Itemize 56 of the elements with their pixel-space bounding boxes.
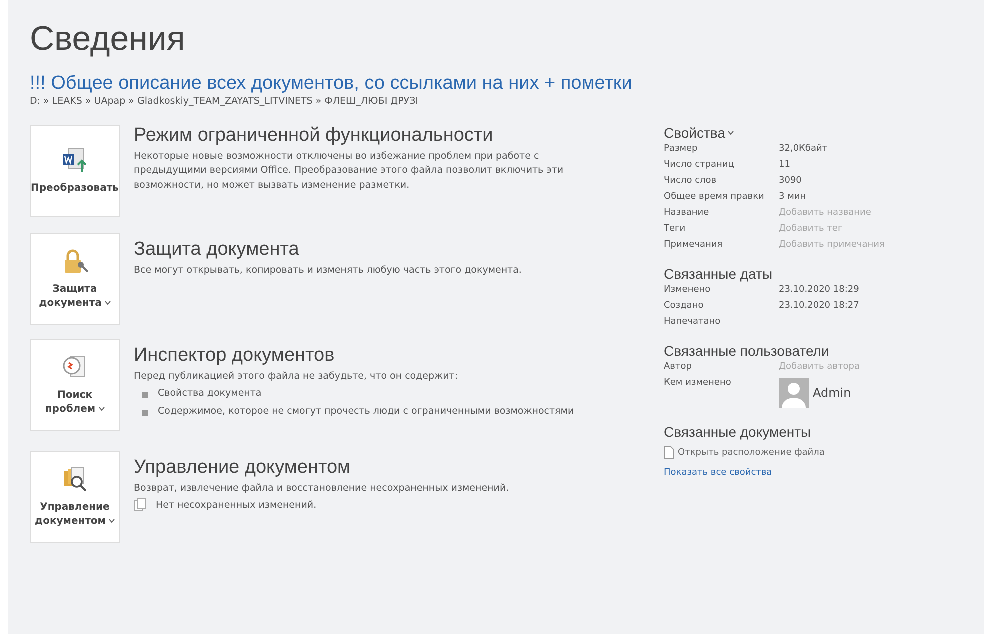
document-title: !!! Общее описание всех документов, со ссылками на них + пометки [30,73,632,95]
property-label: Число слов [664,176,718,186]
section-description: Некоторые новые возможности отключены во избежание проблем при работе с предыдущими версиями Office. Преобразование этого файла позволит включить эти возможности, но может вызвать изменение разметки. [134,150,565,192]
open-file-location-link[interactable]: Открыть расположение файла [678,448,825,458]
section-description: Возврат, извлечение файла и восстановление несохраненных изменений. [134,482,510,496]
section-heading: Защита документа [134,239,300,261]
document-icon [664,446,674,459]
property-label: Теги [664,224,687,234]
action-button[interactable]: Управление документом [30,451,120,543]
file-path: D: » LEAKS » UApap » Gladkoskiy_TEAM_ZAYATS_LITVINETS » ФЛЕШ_ЛЮБІ ДРУЗІ [30,96,418,107]
caret-icon [728,131,734,135]
property-label: Название [664,208,710,218]
action-button[interactable]: Защита документа [30,233,120,325]
action-button[interactable]: Преобразовать [30,125,120,217]
caret-icon [98,407,105,412]
show-all-properties-link[interactable]: Показать все свойства [664,468,772,478]
property-value: 23.10.2020 18:29 [779,285,860,295]
bullet-text: Содержимое, которое не смогут прочесть люди с ограниченными возможностями [158,404,574,418]
properties-heading[interactable]: Свойства [664,125,734,141]
property-label: Общее время правки [664,192,766,202]
bullet-icon [142,410,148,416]
documents-icon [134,498,148,512]
section-heading: Связанные документы [664,424,812,440]
page-title: Сведения [30,20,186,59]
bullet-icon [142,392,148,398]
property-label: Автор [664,362,693,372]
property-field[interactable]: Добавить тег [779,224,929,234]
property-field[interactable]: Добавить автора [779,362,929,372]
property-label: Изменено [664,285,712,295]
section-heading: Связанные пользователи [664,343,830,359]
action-button[interactable]: Поиск проблем [30,339,120,431]
property-label: Кем изменено [664,378,732,388]
property-label: Примечания [664,240,724,250]
property-value: 3 мин [779,192,808,202]
note-text: Нет несохраненных изменений. [156,500,317,511]
section-heading: Инспектор документов [134,345,335,367]
property-value: 32,0Кбайт [779,144,829,154]
caret-icon [108,519,115,524]
property-value: 3090 [779,176,803,186]
caret-icon [104,301,111,306]
bullet-text: Свойства документа [158,387,262,402]
avatar-icon [779,378,809,408]
section-heading: Режим ограниченной функциональности [134,125,494,147]
property-label: Напечатано [664,317,722,327]
section-heading: Управление документом [134,457,351,479]
property-label: Размер [664,144,699,154]
section-heading: Связанные даты [664,266,772,282]
section-description: Перед публикацией этого файла не забудьте, что он содержит: [134,370,460,384]
property-value: 11 [779,160,792,170]
user-name: Admin [813,386,852,400]
property-field[interactable]: Добавить название [779,208,929,218]
property-value: 23.10.2020 18:27 [779,301,860,311]
section-description: Все могут открывать, копировать и изменять любую часть этого документа. [134,264,522,278]
property-label: Создано [664,301,705,311]
property-field[interactable]: Добавить примечания [779,240,929,250]
property-label: Число страниц [664,160,736,170]
